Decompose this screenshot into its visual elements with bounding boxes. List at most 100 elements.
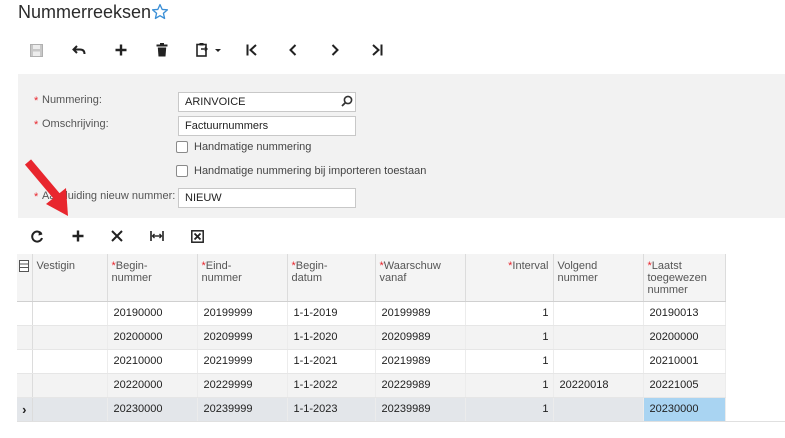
cell-interval[interactable]: 1 [465, 373, 554, 398]
cell-waarschuw[interactable]: 20229989 [375, 373, 466, 398]
cell-vestiging[interactable] [32, 349, 108, 374]
cell-beginnummer[interactable]: 20200000 [107, 325, 198, 350]
favorite-star-icon[interactable] [151, 3, 169, 21]
cell-eindnummer[interactable]: 20199999 [197, 301, 288, 326]
row-selector[interactable] [17, 301, 33, 326]
cell-waarschuw[interactable]: 20239989 [375, 397, 466, 422]
handmatig-checkbox-row[interactable]: Handmatige nummering [176, 139, 311, 155]
cell-begindatum[interactable]: 1-1-2023 [287, 397, 376, 422]
handmatig-checkbox[interactable] [176, 141, 188, 153]
close-icon [111, 230, 123, 242]
table-row-current[interactable]: › 20230000 20239999 1-1-2023 20239989 1 … [17, 397, 726, 422]
column-header-laatst[interactable]: *Laatst toegewezen nummer [643, 254, 726, 302]
nummering-label: Nummering: [42, 94, 102, 106]
column-header-eindnummer[interactable]: *Eind- nummer [197, 254, 288, 302]
last-record-button[interactable] [367, 36, 387, 64]
cell-vestiging[interactable] [32, 301, 108, 326]
column-header-interval[interactable]: *Interval [465, 254, 554, 302]
add-row-button[interactable] [68, 227, 88, 245]
save-button[interactable] [26, 36, 46, 64]
excel-icon [190, 229, 204, 243]
cell-volgend[interactable] [553, 397, 644, 422]
table-row[interactable]: 20220000 20229999 1-1-2022 20229989 1 20… [17, 373, 726, 398]
plus-icon [72, 230, 84, 242]
plus-icon [115, 44, 127, 56]
previous-record-button[interactable] [283, 36, 303, 64]
column-header-waarschuw[interactable]: *Waarschuw vanaf [375, 254, 466, 302]
cell-laatst-selected[interactable]: 20230000 [643, 397, 726, 422]
handmatig-import-label: Handmatige nummering bij importeren toes… [194, 165, 427, 177]
handmatig-import-checkbox-row[interactable]: Handmatige nummering bij importeren toes… [176, 163, 426, 179]
column-header-volgend[interactable]: Volgend nummer [553, 254, 644, 302]
column-label: Vestigin [36, 260, 76, 272]
cell-beginnummer[interactable]: 20230000 [107, 397, 198, 422]
table-row[interactable]: 20210000 20219999 1-1-2021 20219989 1 20… [17, 349, 726, 374]
cell-begindatum[interactable]: 1-1-2020 [287, 325, 376, 350]
cell-volgend[interactable] [553, 349, 644, 374]
refresh-button[interactable] [28, 227, 46, 245]
cell-beginnummer[interactable]: 20190000 [107, 301, 198, 326]
row-selector[interactable] [17, 373, 33, 398]
cell-eindnummer[interactable]: 20239999 [197, 397, 288, 422]
next-record-button[interactable] [325, 36, 345, 64]
form-panel: * Nummering: ARINVOICE * Omschrijving: F… [18, 74, 785, 218]
cell-volgend[interactable] [553, 301, 644, 326]
undo-button[interactable] [68, 36, 90, 64]
current-row-indicator[interactable]: › [17, 397, 33, 422]
cell-volgend[interactable] [553, 325, 644, 350]
cell-eindnummer[interactable]: 20209999 [197, 325, 288, 350]
cell-interval[interactable]: 1 [465, 301, 554, 326]
save-icon [29, 43, 43, 57]
cell-interval[interactable]: 1 [465, 397, 554, 422]
cell-vestiging[interactable] [32, 373, 108, 398]
omschrijving-label: Omschrijving: [42, 118, 109, 130]
fit-columns-button[interactable] [147, 227, 167, 245]
cell-interval[interactable]: 1 [465, 325, 554, 350]
cell-begindatum[interactable]: 1-1-2019 [287, 301, 376, 326]
column-header-beginnummer[interactable]: *Begin- nummer [107, 254, 198, 302]
cell-eindnummer[interactable]: 20229999 [197, 373, 288, 398]
cell-laatst[interactable]: 20221005 [643, 373, 726, 398]
cell-interval[interactable]: 1 [465, 349, 554, 374]
copy-paste-button[interactable] [193, 36, 225, 64]
cell-waarschuw[interactable]: 20219989 [375, 349, 466, 374]
page-title: Nummerreeksen [18, 2, 152, 22]
cell-beginnummer[interactable]: 20210000 [107, 349, 198, 374]
grid-table: Vestigin *Begin- nummer *Eind- nummer *B… [17, 254, 726, 422]
table-row[interactable]: 20200000 20209999 1-1-2020 20209989 1 20… [17, 325, 726, 350]
omschrijving-row: * Omschrijving: Factuurnummers [18, 116, 785, 136]
search-icon[interactable] [341, 95, 353, 107]
cell-waarschuw[interactable]: 20209989 [375, 325, 466, 350]
column-header-begindatum[interactable]: *Begin- datum [287, 254, 376, 302]
handmatig-import-checkbox[interactable] [176, 165, 188, 177]
cell-waarschuw[interactable]: 20199989 [375, 301, 466, 326]
cell-laatst[interactable]: 20210001 [643, 349, 726, 374]
row-selector[interactable] [17, 349, 33, 374]
aanduiding-field[interactable]: NIEUW [178, 188, 356, 208]
column-label: Begin- datum [291, 260, 328, 284]
cell-eindnummer[interactable]: 20219999 [197, 349, 288, 374]
nummering-field[interactable]: ARINVOICE [178, 92, 356, 112]
cell-vestiging[interactable] [32, 325, 108, 350]
cell-begindatum[interactable]: 1-1-2021 [287, 349, 376, 374]
last-icon [372, 44, 383, 56]
cell-laatst[interactable]: 20200000 [643, 325, 726, 350]
delete-row-button[interactable] [107, 227, 127, 245]
chevron-left-icon [289, 44, 297, 56]
row-selector[interactable] [17, 325, 33, 350]
cell-laatst[interactable]: 20190013 [643, 301, 726, 326]
column-header-vestiging[interactable]: Vestigin [32, 254, 108, 302]
column-label: Eind- nummer [201, 260, 242, 284]
cell-volgend[interactable]: 20220018 [553, 373, 644, 398]
table-row[interactable]: 20190000 20199999 1-1-2019 20199989 1 20… [17, 301, 726, 326]
first-record-button[interactable] [242, 36, 262, 64]
cell-vestiging[interactable] [32, 397, 108, 422]
omschrijving-field[interactable]: Factuurnummers [178, 116, 356, 136]
column-selector-header[interactable] [17, 254, 33, 302]
refresh-icon [30, 230, 43, 242]
cell-begindatum[interactable]: 1-1-2022 [287, 373, 376, 398]
add-button[interactable] [110, 36, 132, 64]
delete-button[interactable] [152, 36, 172, 64]
export-excel-button[interactable] [187, 227, 207, 245]
cell-beginnummer[interactable]: 20220000 [107, 373, 198, 398]
